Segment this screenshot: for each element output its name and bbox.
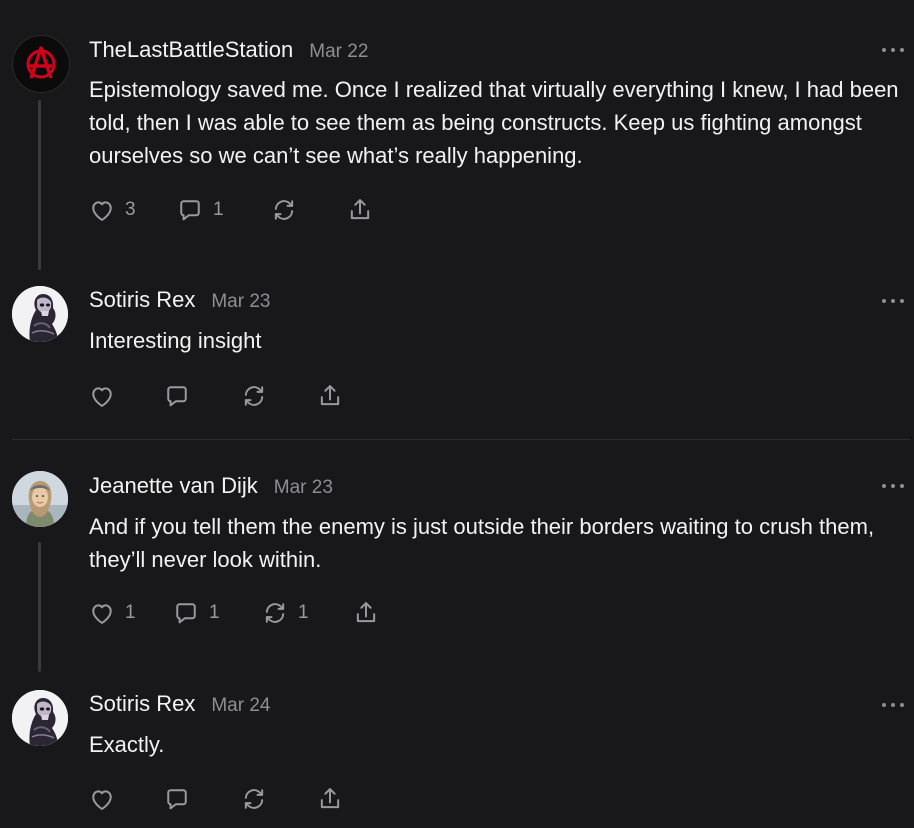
comment-button[interactable]: 1 [172, 598, 220, 628]
anarchy-logo-icon [26, 46, 56, 79]
comment-body: Exactly. [89, 732, 165, 757]
heart-icon [92, 201, 112, 221]
restack-button[interactable]: 1 [261, 598, 309, 628]
skull-portrait-icon [12, 286, 68, 342]
like-count: 1 [125, 602, 136, 623]
comment-body: And if you tell them the enemy is just o… [89, 514, 875, 572]
thread-line [38, 542, 41, 672]
like-button[interactable] [88, 784, 125, 814]
avatar[interactable] [12, 690, 68, 746]
like-count: 3 [125, 199, 136, 220]
comment-count: 1 [209, 602, 220, 623]
comment-button[interactable] [163, 784, 200, 814]
more-dots-icon[interactable] [882, 296, 904, 306]
more-dots-icon[interactable] [882, 45, 904, 55]
comment-button[interactable] [163, 381, 200, 411]
restack-button[interactable] [270, 195, 298, 225]
thread-line [38, 100, 41, 270]
restack-button[interactable] [240, 784, 268, 814]
comment-button[interactable]: 1 [176, 195, 224, 225]
avatar[interactable] [12, 471, 68, 527]
restack-button[interactable] [240, 381, 268, 411]
author-name[interactable]: Sotiris Rex [89, 287, 195, 313]
restack-icon [265, 603, 285, 623]
heart-icon [92, 790, 112, 810]
post-date[interactable]: Mar 24 [211, 695, 270, 717]
heart-icon [92, 387, 112, 407]
like-button[interactable] [88, 381, 125, 411]
like-button[interactable]: 1 [88, 598, 136, 628]
author-name[interactable]: TheLastBattleStation [89, 37, 293, 63]
restack-icon [274, 200, 294, 220]
profile-photo-icon [12, 471, 68, 527]
post-header: Sotiris Rex Mar 23 [89, 287, 271, 317]
comment-icon [176, 603, 196, 624]
post-header: Sotiris Rex Mar 24 [89, 691, 271, 721]
comment-body: Epistemology saved me. Once I realized t… [89, 77, 899, 168]
restack-icon [244, 789, 264, 809]
post-header: Jeanette van Dijk Mar 23 [89, 473, 333, 503]
more-dots-icon[interactable] [882, 481, 904, 491]
restack-count: 1 [298, 602, 309, 623]
share-icon [320, 788, 340, 809]
share-icon [356, 602, 376, 623]
skull-portrait-icon [12, 690, 68, 746]
share-button[interactable] [352, 598, 380, 628]
like-button[interactable]: 3 [88, 195, 136, 225]
post-date[interactable]: Mar 23 [274, 477, 333, 499]
post-date[interactable]: Mar 22 [309, 41, 368, 63]
comment-body: Interesting insight [89, 328, 262, 353]
share-button[interactable] [316, 381, 344, 411]
post-header: TheLastBattleStation Mar 22 [89, 37, 368, 67]
restack-icon [244, 386, 264, 406]
comment-icon [167, 789, 187, 810]
share-button[interactable] [316, 784, 344, 814]
post-date[interactable]: Mar 23 [211, 291, 270, 313]
avatar[interactable] [12, 35, 70, 93]
comment-icon [180, 200, 200, 221]
avatar[interactable] [12, 286, 68, 342]
heart-icon [92, 604, 112, 624]
author-name[interactable]: Sotiris Rex [89, 691, 195, 717]
share-icon [350, 199, 370, 220]
comment-icon [167, 386, 187, 407]
more-dots-icon[interactable] [882, 700, 904, 710]
share-button[interactable] [346, 195, 374, 225]
thread-divider [12, 439, 910, 440]
comment-count: 1 [213, 199, 224, 220]
share-icon [320, 385, 340, 406]
author-name[interactable]: Jeanette van Dijk [89, 473, 258, 499]
comment-thread: TheLastBattleStation Mar 22 Epistemology… [0, 0, 914, 828]
